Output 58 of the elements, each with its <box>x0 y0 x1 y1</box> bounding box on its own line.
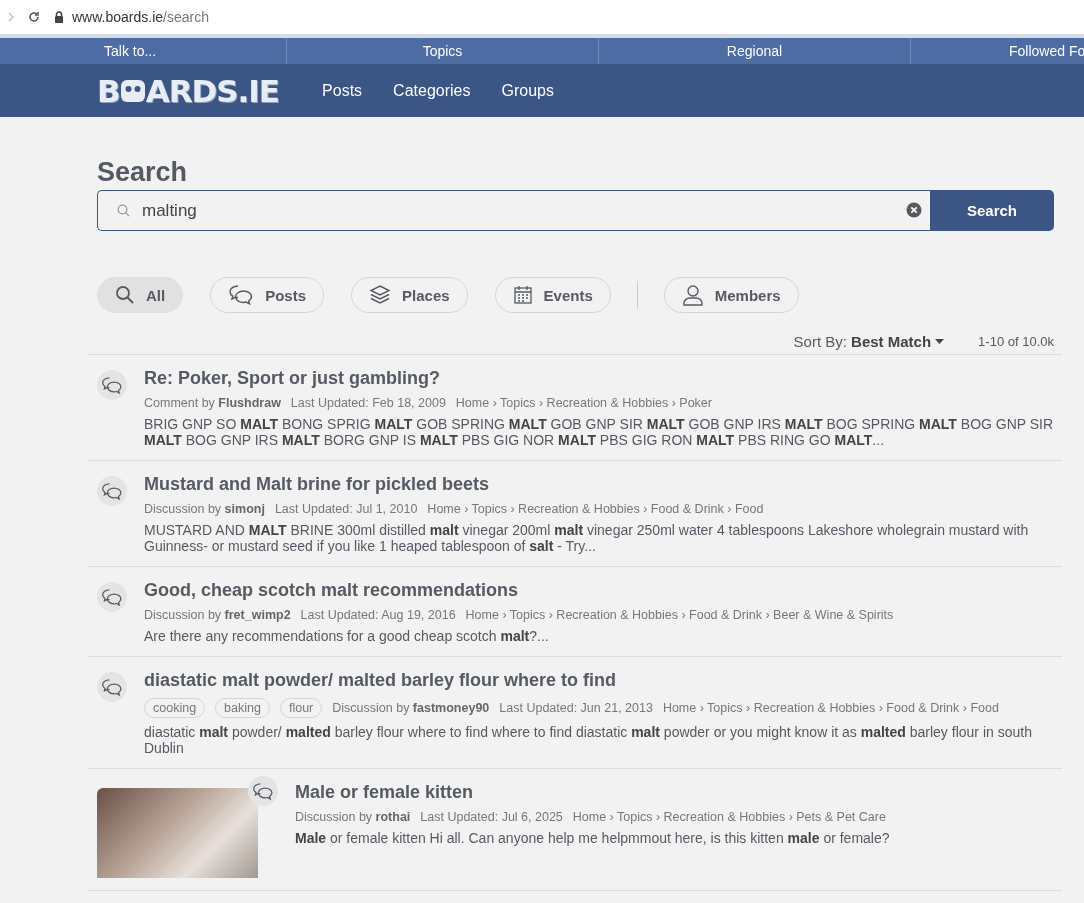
reload-icon[interactable] <box>28 11 40 23</box>
filter-tab[interactable]: Members <box>663 277 799 313</box>
address-bar-url[interactable]: www.boards.ie/search <box>72 9 209 25</box>
last-updated: Last Updated: Jul 6, 2025 <box>420 810 563 824</box>
nav-link[interactable]: Groups <box>501 81 554 100</box>
breadcrumb[interactable]: Home › Topics › Recreation & Hobbies › Food & Drink › Food <box>427 502 764 516</box>
search-button[interactable]: Search <box>930 190 1054 231</box>
breadcrumb[interactable]: Home › Topics › Recreation & Hobbies › Food & Drink › Beer & Wine & Spirits <box>465 608 894 622</box>
sort-label: Sort By: <box>793 333 847 350</box>
filter-tab[interactable]: Events <box>494 277 611 313</box>
result-excerpt: diastatic malt powder/ malted barley flour where to find where to find diastatic malt powder or you might know it as malted barley flour in south Dublin <box>144 724 1033 756</box>
search-icon <box>115 285 135 305</box>
discussion-badge <box>97 370 127 400</box>
filter-tab[interactable]: All <box>97 277 184 313</box>
result-title[interactable]: Good, cheap scotch malt recommendations <box>144 580 1062 601</box>
discussion-badge <box>248 776 278 806</box>
byline: Discussion by fastmoney90 <box>332 701 490 715</box>
calendar-icon <box>512 285 533 305</box>
discussion-badge <box>97 582 127 612</box>
nav-link[interactable]: Categories <box>393 81 471 100</box>
byline: Discussion by fret_wimp2 <box>144 608 291 622</box>
byline: Discussion by simonj <box>144 502 265 516</box>
breadcrumb[interactable]: Home › Topics › Recreation & Hobbies › Pets & Pet Care <box>572 810 886 824</box>
last-updated: Last Updated: Jun 21, 2013 <box>499 701 653 715</box>
result-count: 1-10 of 10.0k <box>978 334 1054 349</box>
result-title[interactable]: Re: Poker, Sport or just gambling? <box>144 368 1062 389</box>
layers-icon <box>369 284 392 306</box>
filter-tab[interactable]: Places <box>351 277 468 313</box>
search-field[interactable]: malting <box>97 190 930 231</box>
result-excerpt: Male or female kitten Hi all. Can anyone help me helpmmout here, is this kitten male or female? <box>295 830 891 846</box>
last-updated: Last Updated: Aug 19, 2016 <box>300 608 456 622</box>
discussion-badge <box>97 476 127 506</box>
last-updated: Last Updated: Feb 18, 2009 <box>290 396 446 410</box>
chat-icon <box>228 284 255 306</box>
boards-logo[interactable]: B ARDS.IE <box>97 72 280 109</box>
person-icon <box>681 284 704 306</box>
result-title[interactable]: Mustard and Malt brine for pickled beets <box>144 474 1062 495</box>
discussion-badge <box>97 672 127 702</box>
result-title[interactable]: diastatic malt powder/ malted barley flour where to find <box>144 670 1062 691</box>
caret-icon <box>935 339 945 344</box>
top-bar-link[interactable]: Followed Fo <box>911 38 1084 64</box>
last-updated: Last Updated: Jul 1, 2010 <box>274 502 418 516</box>
lock-icon <box>54 11 64 23</box>
search-icon <box>117 204 130 217</box>
page-heading: Search <box>97 157 189 188</box>
logo-face-icon <box>119 78 146 103</box>
nav-link[interactable]: Posts <box>322 81 363 100</box>
filter-tab[interactable]: Posts <box>210 277 325 313</box>
result-title[interactable]: Male or female kitten <box>295 782 1062 803</box>
byline: Discussion by rothai <box>295 810 411 824</box>
breadcrumb[interactable]: Home › Topics › Recreation & Hobbies › Poker <box>455 396 712 410</box>
sort-dropdown[interactable]: Best Match <box>851 333 945 350</box>
result-excerpt: MUSTARD AND MALT BRINE 300ml distilled malt vinegar 200ml malt vinegar 250ml water 4 tablespoons Lakeshore wholegrain mustard with Guinness- or mustard seed if you like 1 heaped tablespoon of salt - Try... <box>144 522 1030 554</box>
clear-icon[interactable] <box>906 202 922 218</box>
result-excerpt: BRIG GNP SO MALT BONG SPRIG MALT GOB SPRING MALT GOB GNP SIR MALT GOB GNP IRS MALT BOG SPRING MALT BOG GNP SIR MALT BOG GNP IRS MALT BORG GNP IS MALT PBS GIG NOR MALT PBS GIG RON MALT PBS RING GO MALT... <box>144 416 1055 448</box>
result-excerpt: Are there any recommendations for a good cheap scotch malt?... <box>144 628 550 644</box>
byline: Comment by Flushdraw <box>144 396 281 410</box>
breadcrumb[interactable]: Home › Topics › Recreation & Hobbies › Food & Drink › Food <box>662 701 999 715</box>
